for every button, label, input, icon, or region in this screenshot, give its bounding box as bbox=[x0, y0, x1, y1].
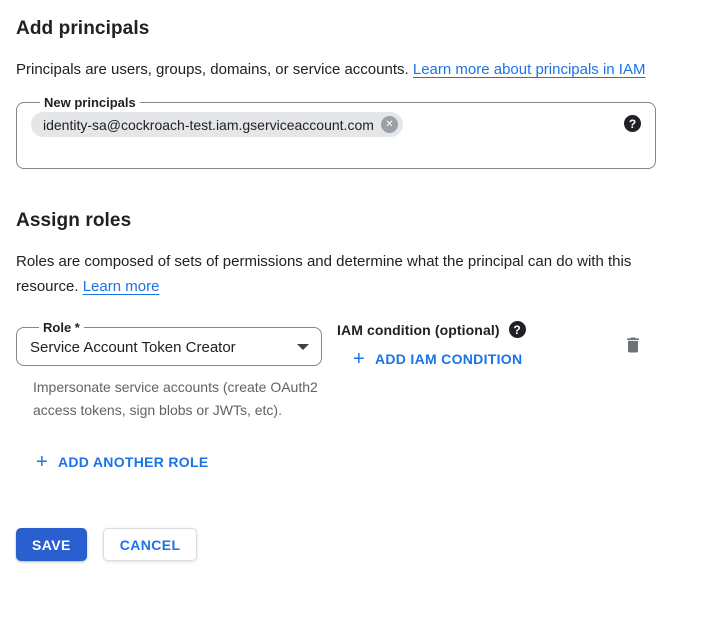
iam-condition-label: IAM condition (optional) bbox=[337, 322, 500, 338]
iam-condition-help-icon[interactable]: ? bbox=[509, 321, 526, 338]
principal-chip-row: identity-sa@cockroach-test.iam.gservicea… bbox=[31, 112, 641, 137]
learn-more-principals-link[interactable]: Learn more about principals in IAM bbox=[413, 61, 646, 78]
iam-condition-column: IAM condition (optional) ? + ADD IAM CON… bbox=[337, 320, 526, 367]
save-button[interactable]: SAVE bbox=[16, 528, 87, 561]
page-title: Add principals bbox=[16, 18, 697, 40]
role-helper-text: Impersonate service accounts (create OAu… bbox=[33, 376, 319, 422]
add-another-role-button[interactable]: + ADD ANOTHER ROLE bbox=[36, 454, 209, 470]
role-column: Role * Service Account Token Creator Imp… bbox=[16, 320, 322, 422]
role-value-row: Service Account Token Creator bbox=[30, 335, 309, 359]
chip-remove-icon[interactable]: ✕ bbox=[381, 116, 398, 133]
principal-chip-label: identity-sa@cockroach-test.iam.gservicea… bbox=[43, 117, 374, 133]
dialog-actions: SAVE CANCEL bbox=[16, 528, 697, 561]
cancel-button[interactable]: CANCEL bbox=[103, 528, 198, 561]
role-label: Role * bbox=[39, 320, 84, 335]
plus-icon: + bbox=[353, 352, 365, 366]
assign-roles-title: Assign roles bbox=[16, 210, 697, 232]
add-iam-condition-button[interactable]: + ADD IAM CONDITION bbox=[353, 351, 522, 367]
role-select[interactable]: Role * Service Account Token Creator bbox=[16, 320, 322, 366]
roles-description: Roles are composed of sets of permission… bbox=[16, 249, 684, 299]
add-principals-panel: Add principals Principals are users, gro… bbox=[0, 0, 713, 561]
plus-icon: + bbox=[36, 455, 48, 469]
add-iam-condition-label: ADD IAM CONDITION bbox=[375, 351, 522, 367]
principals-description: Principals are users, groups, domains, o… bbox=[16, 57, 684, 82]
new-principals-field[interactable]: New principals identity-sa@cockroach-tes… bbox=[16, 95, 656, 169]
delete-role-button[interactable] bbox=[623, 335, 643, 355]
iam-condition-label-row: IAM condition (optional) ? bbox=[337, 321, 526, 338]
principals-help-icon[interactable]: ? bbox=[624, 115, 641, 132]
principals-description-text: Principals are users, groups, domains, o… bbox=[16, 61, 409, 78]
role-row: Role * Service Account Token Creator Imp… bbox=[16, 320, 697, 422]
add-another-role-label: ADD ANOTHER ROLE bbox=[58, 454, 209, 470]
learn-more-roles-link[interactable]: Learn more bbox=[83, 278, 160, 295]
chevron-down-icon bbox=[297, 344, 309, 350]
role-selected-value: Service Account Token Creator bbox=[30, 339, 236, 356]
trash-icon bbox=[623, 335, 643, 355]
principal-chip: identity-sa@cockroach-test.iam.gservicea… bbox=[31, 112, 403, 137]
new-principals-label: New principals bbox=[40, 95, 140, 110]
